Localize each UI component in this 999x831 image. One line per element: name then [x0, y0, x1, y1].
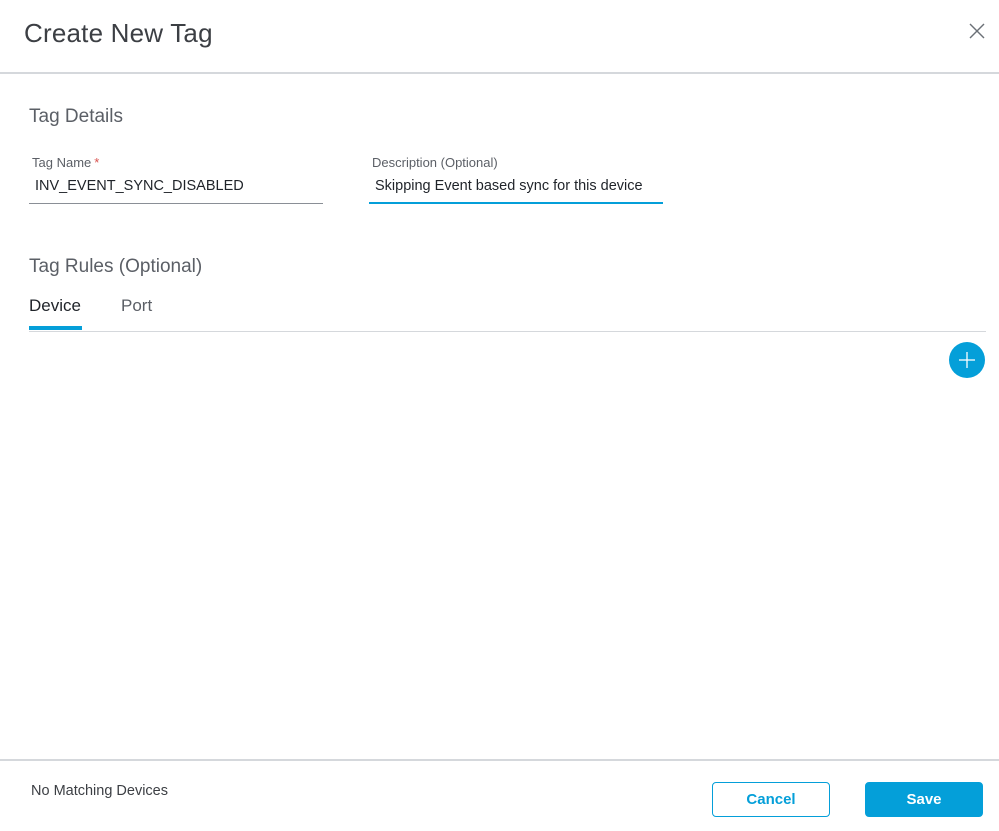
tag-name-label-text: Tag Name: [32, 155, 92, 170]
tag-rules-heading: Tag Rules (Optional): [29, 256, 203, 277]
save-button[interactable]: Save: [865, 782, 983, 817]
close-button[interactable]: [966, 20, 988, 42]
description-input[interactable]: [369, 169, 663, 203]
tag-name-underline: [29, 203, 323, 204]
dialog-title: Create New Tag: [24, 18, 213, 48]
tab-port[interactable]: Port: [121, 296, 152, 326]
description-label: Description (Optional): [372, 155, 498, 170]
tag-name-input[interactable]: [29, 169, 323, 203]
required-marker: *: [94, 155, 100, 170]
plus-icon: [959, 352, 975, 368]
rules-tabs: Device Port: [29, 290, 986, 332]
cancel-button[interactable]: Cancel: [712, 782, 830, 817]
tag-name-label: Tag Name *: [32, 155, 99, 170]
tab-device[interactable]: Device: [29, 296, 81, 326]
description-underline: [369, 202, 663, 204]
add-rule-button[interactable]: [949, 342, 985, 378]
dialog-header: Create New Tag: [0, 0, 999, 74]
tag-details-heading: Tag Details: [29, 106, 123, 127]
matching-status: No Matching Devices: [31, 783, 168, 799]
create-tag-dialog: Create New Tag Tag Details Tag Name* Des…: [0, 0, 999, 831]
dialog-footer: No Matching Devices Cancel Save: [0, 759, 999, 831]
active-tab-indicator: [29, 326, 82, 330]
close-icon: [969, 23, 985, 39]
